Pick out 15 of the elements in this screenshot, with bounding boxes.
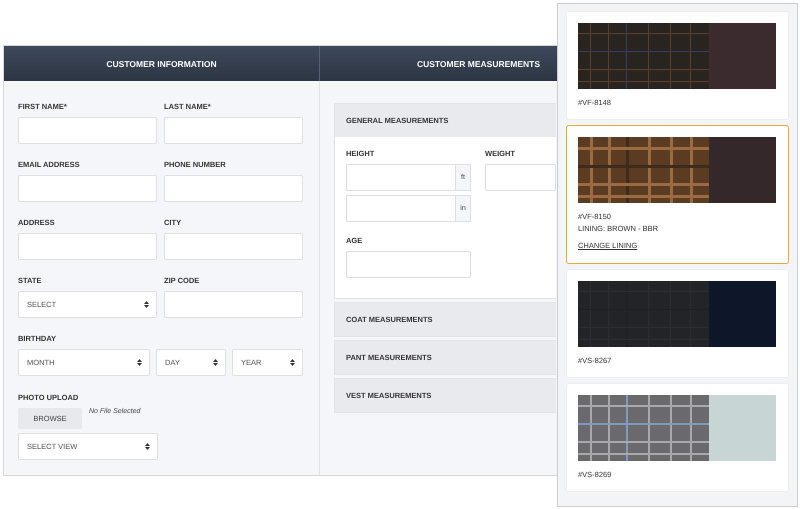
updown-arrows-icon [137, 359, 142, 366]
input-field[interactable] [164, 117, 303, 144]
updown-arrows-icon [290, 359, 295, 366]
input-field[interactable] [346, 251, 471, 278]
input-field[interactable] [18, 233, 157, 260]
input-field[interactable] [164, 175, 303, 202]
panel-header: CUSTOMER INFORMATION [4, 46, 320, 81]
updown-arrows-icon [145, 443, 150, 450]
input-field[interactable] [164, 233, 303, 260]
input-field[interactable] [164, 291, 303, 318]
updown-arrows-icon [144, 301, 149, 308]
input-field[interactable] [485, 164, 556, 191]
input-field[interactable] [18, 117, 157, 144]
updown-arrows-icon [213, 359, 218, 366]
input-field[interactable] [18, 175, 157, 202]
